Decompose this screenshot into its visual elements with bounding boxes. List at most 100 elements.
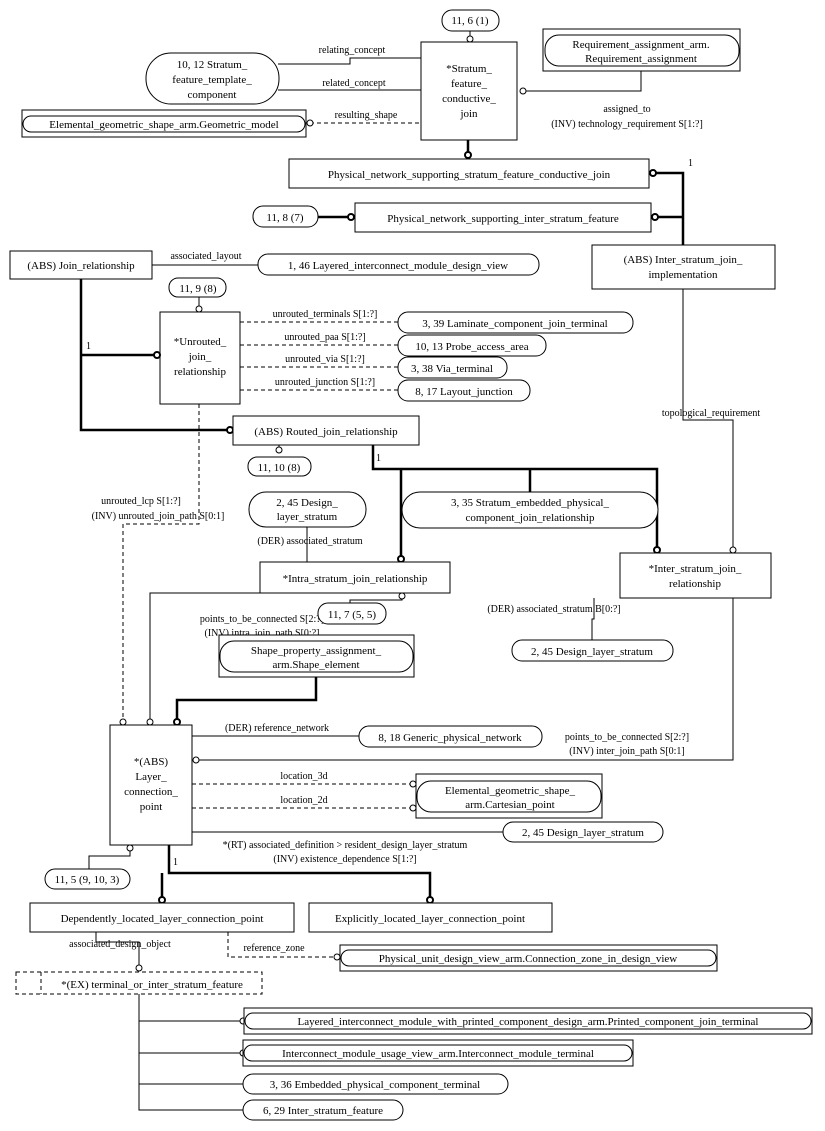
paa-text: 10, 13 Probe_access_area [415, 341, 528, 353]
sfcj-ref-circle [466, 35, 474, 43]
req-assign-line1: Requirement_assignment_arm. [572, 39, 709, 51]
dls-c-text: 2, 45 Design_layer_stratum [522, 827, 644, 839]
location-3d-label: location_3d [280, 771, 327, 782]
intra-supertype-circle [397, 555, 405, 563]
inter-stratum-join-relationship-entity[interactable] [619, 552, 772, 599]
isf-text: 6, 29 Inter_stratum_feature [263, 1105, 383, 1117]
explicitly-supertype-circle [426, 896, 434, 904]
lcp-subtype-line [167, 845, 432, 898]
intra-page-ref-text: 11, 7 (5, 5) [328, 609, 377, 621]
connection-zone-text: Physical_unit_design_view_arm.Connection… [379, 953, 678, 965]
points-to-be-connected-inter-label: points_to_be_connected S[2:?] [565, 732, 689, 743]
pn-sfcj-circle [649, 169, 657, 177]
cardinality-one-c: 1 [376, 453, 381, 464]
location-2d-circle [409, 804, 417, 812]
routed-ref-circle [275, 446, 283, 454]
unrouted-via-label: unrouted_via S[1:?] [285, 354, 365, 365]
unrouted-lcp-label: unrouted_lcp S[1:?] [101, 496, 181, 507]
pn-sfcj-text: Physical_network_supporting_stratum_feat… [328, 169, 611, 181]
dependently-located-text: Dependently_located_layer_connection_poi… [61, 913, 264, 925]
der-associated-stratum-b-label: (DER) associated_stratum B[0:?] [487, 604, 620, 615]
lcp-line4: point [140, 801, 163, 813]
via-terminal-text: 3, 38 Via_terminal [411, 363, 493, 375]
unrouted-junction-label: unrouted_junction S[1:?] [275, 377, 375, 388]
existence-dependence-label: (INV) existence_dependence S[1:?] [273, 854, 416, 865]
relating-concept-line [278, 57, 421, 65]
intra-lcp-circle [146, 718, 154, 726]
pn-isf-text: Physical_network_supporting_inter_stratu… [387, 213, 619, 225]
topological-requirement-label: topological_requirement [662, 408, 761, 419]
unrouted-ref-circle [195, 305, 203, 313]
lcp-page-ref-text: 11, 5 (9, 10, 3) [55, 874, 120, 886]
unrouted-supertype-circle [153, 351, 161, 359]
sepcjr-line1: 3, 35 Stratum_embedded_physical_ [451, 497, 609, 509]
technology-requirement-label: (INV) technology_requirement S[1:?] [551, 119, 703, 130]
cartesian-point-line1: Elemental_geometric_shape_ [445, 785, 576, 797]
stratum-feature-conductive-join-entity[interactable] [420, 41, 518, 141]
cardinality-one-a: 1 [688, 158, 693, 169]
unrouted-lcp-line [122, 404, 200, 720]
resulting-shape-label: resulting_shape [335, 110, 398, 121]
req-assign-line2: Requirement_assignment [585, 53, 697, 65]
isji-line1: (ABS) Inter_stratum_join_ [624, 254, 743, 266]
reference-zone-circle [333, 953, 341, 961]
assigned-to-circle [519, 87, 527, 95]
dls-b-text: 2, 45 Design_layer_stratum [531, 646, 653, 658]
lcp-line3: connection_ [124, 786, 178, 798]
ujr-line1: *Unrouted_ [174, 336, 227, 348]
layer-connection-point-entity[interactable] [109, 724, 193, 846]
layout-junction-text: 8, 17 Layout_junction [415, 386, 513, 398]
imt-text: Interconnect_module_usage_view_arm.Inter… [282, 1048, 594, 1060]
terminal-or-isf-text: *(EX) terminal_or_inter_stratum_feature [61, 979, 243, 991]
location-3d-circle [409, 780, 417, 788]
cardinality-one-d: 1 [173, 857, 178, 868]
rjr-text: (ABS) Routed_join_relationship [254, 426, 398, 438]
lcjt-text: 3, 39 Laminate_component_join_terminal [422, 318, 607, 330]
ujr-line3: relationship [174, 366, 226, 378]
shape-element-line1: Shape_property_assignment_ [251, 645, 382, 657]
isjr-intra-text: *Intra_stratum_join_relationship [283, 573, 428, 585]
limdv-text: 1, 46 Layered_interconnect_module_design… [288, 260, 508, 272]
pn-supertype-line [653, 171, 685, 245]
isjr-inter-line1: *Inter_stratum_join_ [649, 563, 742, 575]
assigned-to-label: assigned_to [603, 104, 650, 115]
sepcjr-line2: component_join_relationship [466, 512, 595, 524]
routed-page-ref-text: 11, 10 (8) [258, 462, 301, 474]
assigned-to-line [521, 70, 642, 92]
inter-supertype-circle [653, 546, 661, 554]
pn-isf-circle [651, 213, 659, 221]
join-relationship-text: (ABS) Join_relationship [27, 260, 135, 272]
unrouted-terminals-label: unrouted_terminals S[1:?] [273, 309, 378, 320]
unrouted-lcp-circle [119, 718, 127, 726]
associated-design-object-label: associated_design_object [69, 939, 171, 950]
pn-sfcj-supertype-circle [464, 151, 472, 159]
der-reference-network-label: (DER) reference_network [225, 723, 329, 734]
shape-element-supertype-circle [173, 718, 181, 726]
sfcj-line1: *Stratum_ [446, 63, 492, 75]
sfcj-line4: join [459, 108, 478, 120]
resulting-shape-circle [306, 119, 314, 127]
dependently-supertype-circle [158, 896, 166, 904]
points-to-be-connected-intra-label: points_to_be_connected S[2:?] [200, 614, 324, 625]
routed-supertype-circle [226, 426, 234, 434]
der-associated-stratum-label: (DER) associated_stratum [257, 536, 362, 547]
pn-isf-ref-circle [347, 213, 355, 221]
printed-cjt-text: Layered_interconnect_module_with_printed… [298, 1016, 759, 1028]
isji-line2: implementation [648, 269, 718, 281]
lcp-ref-circle [126, 844, 134, 852]
lcp-line2: Layer_ [135, 771, 167, 783]
shape-element-line2: arm.Shape_element [272, 659, 359, 671]
related-concept-label: related_concept [322, 78, 386, 89]
inter-stratum-join-implementation-entity[interactable] [591, 244, 776, 290]
select-branch-line [138, 994, 243, 1111]
cardinality-one-b: 1 [86, 341, 91, 352]
isjr-inter-line2: relationship [669, 578, 721, 590]
relating-concept-label: relating_concept [319, 45, 386, 56]
inter-lcp-circle [192, 756, 200, 764]
lcp-line1: *(ABS) [134, 756, 169, 768]
express-g-diagram: 11, 6 (1) *Stratum_ feature_ conductive_… [9, 9, 813, 1121]
shape-element-subtype-line [175, 677, 318, 720]
sftc-line1: 10, 12 Stratum_ [177, 59, 248, 71]
intra-ref-circle [398, 592, 406, 600]
lcp-ref-line [88, 849, 131, 869]
